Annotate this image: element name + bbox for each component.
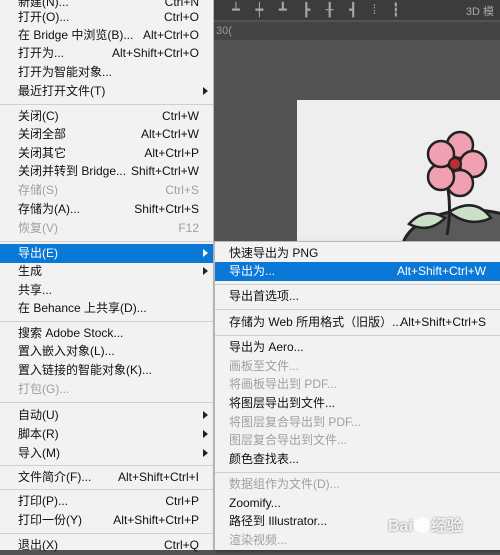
menu-item-share[interactable]: 共享... [0,281,213,300]
menu-divider [0,321,213,322]
submenu-arrow-icon [203,249,208,257]
menu-item-browse-in-bridge[interactable]: 在 Bridge 中浏览(B)... Alt+Ctrl+O [0,26,213,45]
menu-item-print-one-copy[interactable]: 打印一份(Y) Alt+Shift+Ctrl+P [0,511,213,530]
menu-item-package[interactable]: 打包(G)... [0,380,213,399]
3d-mode-label[interactable]: 3D 模 [466,3,494,19]
menu-divider [0,533,213,534]
submenu-item-export-as[interactable]: 导出为... Alt+Shift+Ctrl+W [215,262,500,281]
submenu-item-quick-export-png[interactable]: 快速导出为 PNG [215,244,500,263]
submenu-item-layers-to-files[interactable]: 将图层导出到文件... [215,394,500,413]
menu-item-close-others[interactable]: 关闭其它 Alt+Ctrl+P [0,144,213,163]
submenu-item-data-sets-as-files[interactable]: 数据组作为文件(D)... [215,475,500,494]
submenu-arrow-icon [203,87,208,95]
menu-item-export[interactable]: 导出(E) [0,244,213,263]
submenu-item-layer-comps-to-pdf[interactable]: 将图层复合导出到 PDF... [215,413,500,432]
menu-divider [0,465,213,466]
submenu-item-export-preferences[interactable]: 导出首选项... [215,287,500,306]
submenu-item-save-for-web[interactable]: 存储为 Web 所用格式（旧版）... Alt+Shift+Ctrl+S [215,313,500,332]
menu-item-exit[interactable]: 退出(X) Ctrl+Q [0,536,213,555]
menu-item-open-recent[interactable]: 最近打开文件(T) [0,82,213,101]
menu-item-open-as-smart-object[interactable]: 打开为智能对象... [0,63,213,82]
export-submenu: 快速导出为 PNG 导出为... Alt+Shift+Ctrl+W 导出首选项..… [214,241,500,550]
submenu-item-color-lookup-tables[interactable]: 颜色查找表... [215,450,500,469]
menu-divider [0,402,213,403]
menu-divider [215,472,500,473]
menu-item-search-adobe-stock[interactable]: 搜索 Adobe Stock... [0,324,213,343]
menu-item-place-embedded[interactable]: 置入嵌入对象(L)... [0,342,213,361]
menu-item-save-as[interactable]: 存储为(A)... Shift+Ctrl+S [0,200,213,219]
submenu-item-artboards-to-files[interactable]: 画板至文件... [215,357,500,376]
menu-divider [0,104,213,105]
menu-divider [0,489,213,490]
menu-item-open[interactable]: 打开(O)... Ctrl+O [0,8,213,27]
menu-divider [0,241,213,242]
menu-item-generate[interactable]: 生成 [0,262,213,281]
document-tab[interactable]: 30( [216,25,232,37]
menu-item-save[interactable]: 存储(S) Ctrl+S [0,181,213,200]
menu-item-scripts[interactable]: 脚本(R) [0,425,213,444]
menu-item-close[interactable]: 关闭(C) Ctrl+W [0,107,213,126]
submenu-arrow-icon [203,411,208,419]
submenu-arrow-icon [203,430,208,438]
paw-icon [413,517,430,533]
document-canvas[interactable] [297,100,500,250]
submenu-item-zoomify[interactable]: Zoomify... [215,494,500,513]
menu-divider [215,335,500,336]
menu-item-close-and-go-to-bridge[interactable]: 关闭并转到 Bridge... Shift+Ctrl+W [0,162,213,181]
menu-item-file-info[interactable]: 文件简介(F)... Alt+Shift+Ctrl+I [0,468,213,487]
flower-artwork [400,130,500,250]
submenu-arrow-icon [203,449,208,457]
submenu-item-export-to-aero[interactable]: 导出为 Aero... [215,338,500,357]
submenu-item-layer-comps-to-files[interactable]: 图层复合导出到文件... [215,431,500,450]
file-menu: 新建(N)... Ctrl+N 打开(O)... Ctrl+O 在 Bridge 中… [0,0,214,552]
submenu-item-artboards-to-pdf[interactable]: 将画板导出到 PDF... [215,375,500,394]
menu-divider [215,284,500,285]
document-tab-bar [214,22,500,40]
menu-divider [215,309,500,310]
menu-item-revert[interactable]: 恢复(V) F12 [0,219,213,238]
menu-item-import[interactable]: 导入(M) [0,444,213,463]
align-tools-icons[interactable]: ┷ ┿ ┻ ┣ ╂ ┫ ⁞ ┇ [232,2,406,18]
submenu-arrow-icon [203,267,208,275]
menu-item-share-on-behance[interactable]: 在 Behance 上共享(D)... [0,299,213,318]
menu-item-open-as[interactable]: 打开为... Alt+Shift+Ctrl+O [0,44,213,63]
menu-item-print[interactable]: 打印(P)... Ctrl+P [0,492,213,511]
menu-item-close-all[interactable]: 关闭全部 Alt+Ctrl+W [0,125,213,144]
menu-item-place-linked[interactable]: 置入链接的智能对象(K)... [0,361,213,380]
menu-item-automate[interactable]: 自动(U) [0,406,213,425]
baidu-jingyan-watermark: Bai 经验 [388,517,463,535]
